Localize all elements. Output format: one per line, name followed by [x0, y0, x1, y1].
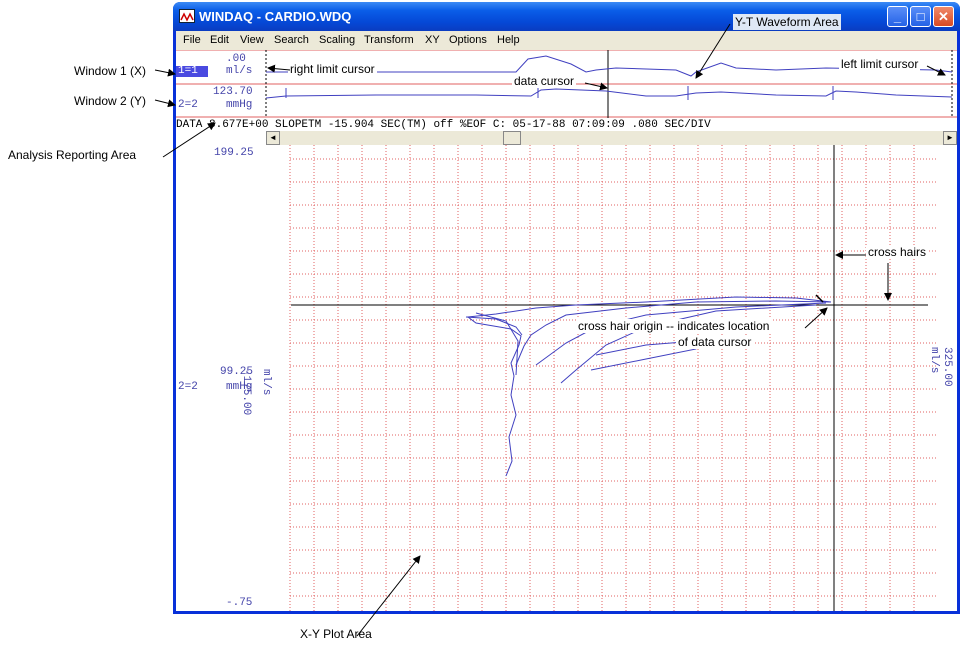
scroll-right-arrow-icon[interactable]: ► [943, 131, 957, 145]
cross-hairs-annotation: cross hairs [866, 245, 929, 259]
window1-annotation: Window 1 (X) [74, 64, 147, 78]
analysis-annotation: Analysis Reporting Area [8, 148, 137, 162]
close-icon: ✕ [938, 9, 949, 24]
menu-xy[interactable]: XY [425, 34, 440, 46]
client-area: File Edit View Search Scaling Transform … [176, 31, 957, 611]
x-axis-left-value: -175.00 [240, 369, 252, 416]
xy-plot-area[interactable]: 199.25 99.25 2=2 mmHg -.75 -175.00 ml/s … [176, 145, 957, 611]
x-axis-right-value: 325.00 [941, 347, 953, 387]
x-axis-left-unit: ml/s [260, 369, 272, 396]
menu-help[interactable]: Help [497, 34, 520, 46]
ch1-unit: ml/s [226, 65, 253, 77]
ch2-unit: mmHg [226, 99, 253, 111]
analysis-reporting-area: DATA 8.677E+00 SLOPETM -15.904 SEC(TM) o… [176, 119, 711, 131]
window2-annotation: Window 2 (Y) [74, 94, 147, 108]
menu-view[interactable]: View [240, 34, 264, 46]
menu-scaling[interactable]: Scaling [319, 34, 355, 46]
close-button[interactable]: ✕ [933, 6, 954, 27]
ch1-value: .00 [226, 53, 246, 65]
scroll-left-arrow-icon[interactable]: ◄ [266, 131, 280, 145]
xy-area-annotation: X-Y Plot Area [300, 627, 372, 641]
xy-grid [289, 145, 936, 611]
menu-transform[interactable]: Transform [364, 34, 414, 46]
left-limit-annotation: left limit cursor [839, 57, 921, 71]
menu-search[interactable]: Search [274, 34, 309, 46]
yt-waveform-area[interactable]: .00 1=1 ml/s 123.70 2=2 mmHg right limit… [176, 50, 957, 118]
y-axis-bottom-value: -.75 [226, 597, 253, 609]
window-title: WINDAQ - CARDIO.WDQ [199, 9, 352, 24]
ch1-tag[interactable]: 1=1 [178, 65, 198, 77]
menu-options[interactable]: Options [449, 34, 487, 46]
data-cursor-annotation: data cursor [512, 74, 577, 88]
yt-area-annotation: Y-T Waveform Area [733, 14, 841, 30]
maximize-button[interactable]: □ [910, 6, 931, 27]
crosshair-origin-annotation-line2: of data cursor [676, 335, 754, 349]
ch2-tag[interactable]: 2=2 [178, 99, 198, 111]
app-window: WINDAQ - CARDIO.WDQ _ □ ✕ File Edit View… [173, 2, 960, 614]
menu-file[interactable]: File [183, 34, 201, 46]
title-bar[interactable]: WINDAQ - CARDIO.WDQ _ □ ✕ [173, 2, 960, 31]
minimize-icon: _ [893, 9, 902, 24]
menu-bar: File Edit View Search Scaling Transform … [176, 31, 957, 50]
maximize-icon: □ [916, 9, 925, 24]
y-axis-top-value: 199.25 [214, 147, 254, 159]
y-channel-tag: 2=2 [178, 381, 198, 393]
menu-edit[interactable]: Edit [210, 34, 229, 46]
minimize-button[interactable]: _ [887, 6, 908, 27]
scroll-thumb[interactable] [503, 131, 521, 145]
windaq-app-icon [179, 9, 195, 23]
crosshair-origin-annotation-line1: cross hair origin -- indicates location [576, 319, 772, 333]
x-axis-right-unit: ml/s [928, 347, 940, 374]
horizontal-scrollbar[interactable]: ◄ ► [266, 131, 957, 145]
ch2-value: 123.70 [213, 86, 253, 98]
right-limit-annotation: right limit cursor [288, 62, 377, 76]
